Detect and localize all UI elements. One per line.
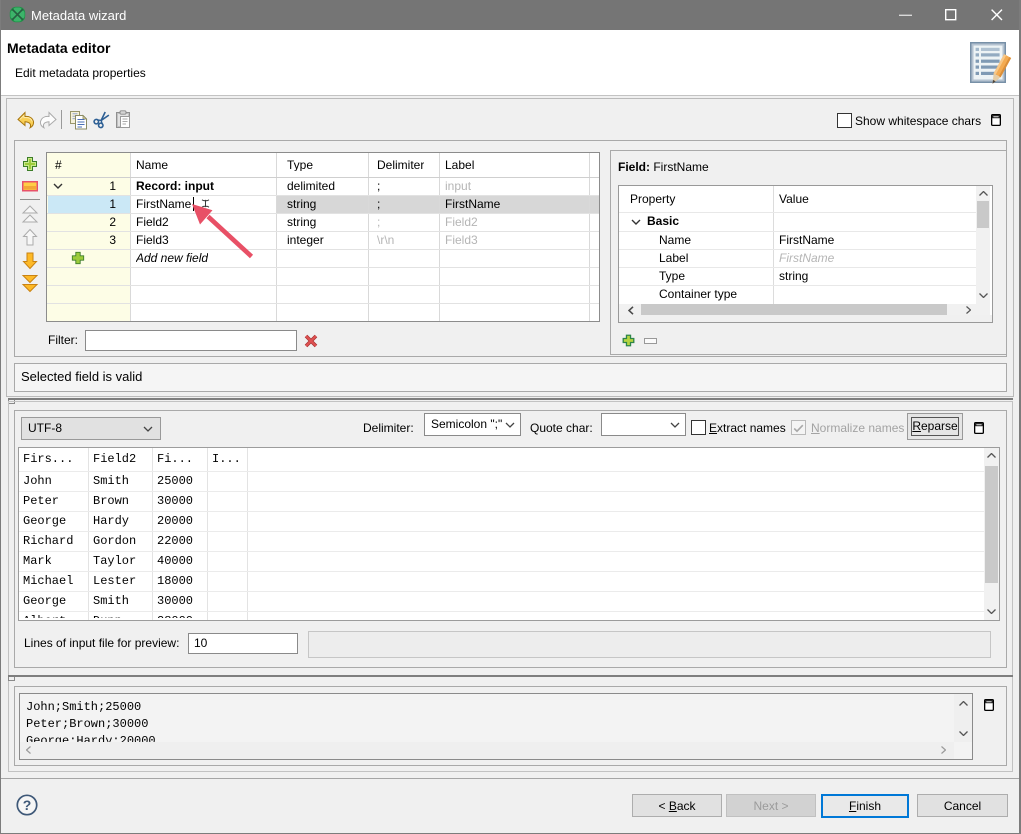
svg-text:?: ?	[23, 797, 32, 813]
